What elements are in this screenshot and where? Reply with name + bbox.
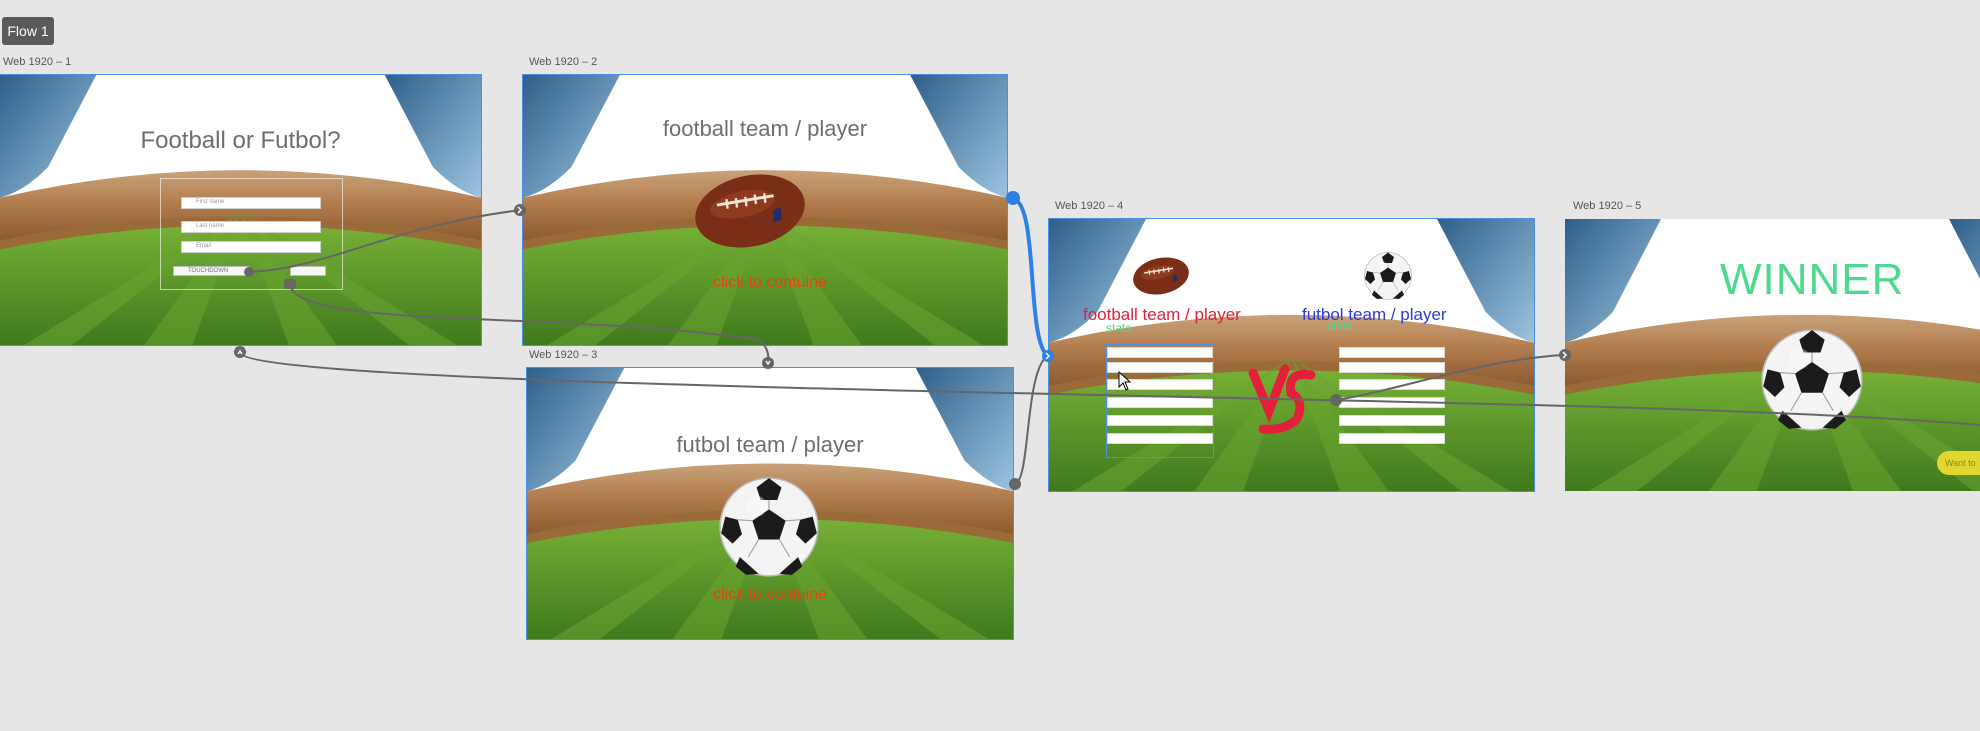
connector-handle[interactable]	[1009, 478, 1021, 490]
connector-handle[interactable]	[284, 279, 296, 289]
prototype-wires	[234, 191, 1980, 490]
wire-1-to-2[interactable]	[249, 209, 522, 273]
wire-2-to-4-active[interactable]	[1010, 196, 1050, 358]
wire-4-to-5[interactable]	[1335, 354, 1564, 401]
wire-1-to-5[interactable]	[239, 351, 1980, 426]
wire-1-to-3[interactable]	[289, 284, 770, 363]
connector-handle[interactable]	[244, 267, 254, 277]
wire-3-to-4[interactable]	[1014, 357, 1046, 485]
connector-handle[interactable]	[1006, 191, 1020, 205]
connector-handle[interactable]	[1330, 394, 1342, 406]
